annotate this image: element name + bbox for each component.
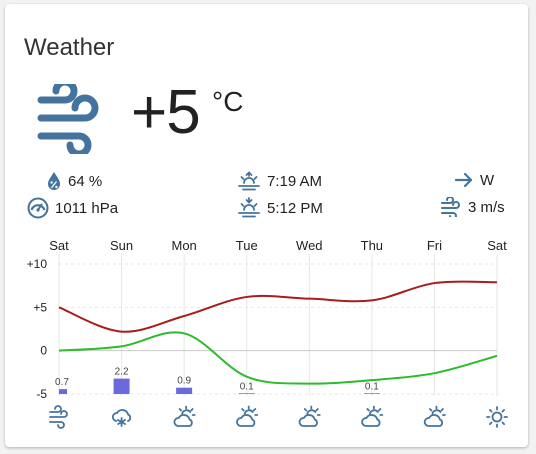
y-tick-label: -5	[36, 387, 47, 401]
precipitation-label: 0.9	[177, 376, 191, 387]
day-label: Tue	[236, 238, 258, 253]
precipitation-bar	[59, 389, 67, 394]
day-label: Sat	[487, 238, 507, 253]
y-tick-label: +5	[33, 300, 47, 314]
precipitation-label: 0.1	[240, 381, 254, 392]
partly-cloudy-icon	[173, 405, 196, 427]
forecast-chart: Sat Sun Mon Tue Wed Thu Fri Sat+10+50-50.72.20.…	[27, 238, 508, 429]
precipitation-bar	[238, 393, 255, 394]
partly-cloudy-icon	[423, 405, 446, 427]
partly-cloudy-icon	[236, 405, 259, 427]
day-label: Sun	[110, 238, 133, 253]
day-label: Sat	[49, 238, 69, 253]
weather-card[interactable]: Weather +5 °C 64 % 1011 hPa 7:19 AM 5:12…	[5, 4, 528, 447]
sunny-icon	[486, 406, 508, 428]
partly-cloudy-icon	[361, 405, 384, 427]
snowy-icon	[111, 409, 132, 427]
day-label: Wed	[296, 238, 323, 253]
precipitation-label: 2.2	[115, 367, 129, 378]
precipitation-bar	[363, 393, 380, 394]
day-label: Fri	[427, 238, 442, 253]
wind-icon	[49, 405, 68, 429]
temperature-high-line	[58, 280, 498, 333]
partly-cloudy-icon	[298, 405, 321, 427]
y-tick-label: +10	[27, 257, 48, 271]
day-label: Mon	[171, 238, 196, 253]
precipitation-label: 0.7	[55, 377, 69, 388]
y-tick-label: 0	[40, 344, 47, 358]
precipitation-bar	[113, 378, 130, 394]
precipitation-bar	[176, 387, 193, 394]
day-label: Thu	[361, 238, 383, 253]
precipitation-label: 0.1	[365, 381, 379, 392]
